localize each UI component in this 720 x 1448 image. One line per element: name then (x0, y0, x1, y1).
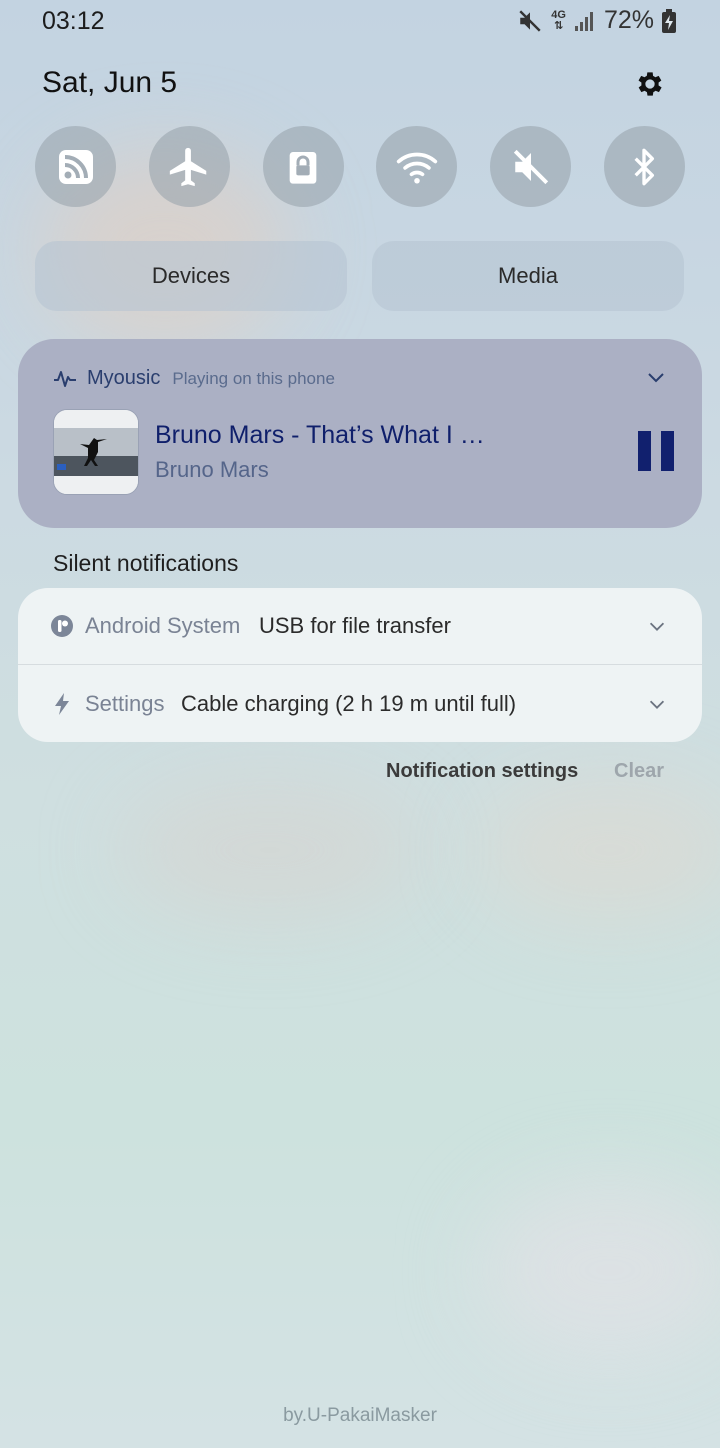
qs-airplane-button[interactable] (148, 126, 230, 207)
notification-usb[interactable]: Android System USB for file transfer (18, 588, 702, 664)
notification-settings-button[interactable]: Notification settings (386, 760, 578, 783)
chevron-down-icon[interactable] (646, 693, 668, 715)
status-bar: 03:12 4G ⇅ 72% (0, 0, 720, 44)
divider (18, 664, 702, 665)
qs-mute-button[interactable] (490, 126, 572, 207)
signal-icon (574, 11, 593, 31)
wallpaper-blob (480, 1180, 720, 1360)
media-player-card[interactable]: Myousic Playing on this phone Bruno Mars… (18, 339, 702, 528)
charging-bolt-icon (50, 692, 74, 716)
qs-lock-button[interactable] (262, 126, 344, 207)
notification-charging[interactable]: Settings Cable charging (2 h 19 m until … (18, 666, 702, 742)
wifi-icon (396, 152, 438, 183)
silent-notifications-heading: Silent notifications (53, 550, 239, 576)
pulse-icon (54, 370, 76, 387)
pause-button[interactable] (638, 431, 674, 471)
airplane-icon (170, 147, 207, 186)
notification-app-name: Settings (85, 691, 165, 716)
battery-charging-icon (662, 8, 676, 33)
android-system-icon (50, 614, 74, 638)
watermark-text: by.U-PakaiMasker (283, 1405, 437, 1426)
notification-text: USB for file transfer (259, 613, 451, 638)
pause-icon (638, 431, 651, 471)
chevron-down-icon[interactable] (644, 365, 668, 389)
pause-icon-bar (661, 431, 674, 471)
qs-bluetooth-button[interactable] (603, 126, 685, 207)
media-track-artist: Bruno Mars (155, 457, 269, 482)
silent-notifications-card: Android System USB for file transfer Set… (18, 588, 702, 742)
status-time: 03:12 (42, 7, 105, 35)
notification-app-name: Android System (85, 613, 241, 638)
battery-percent: 72% (603, 6, 654, 34)
notification-text: Cable charging (2 h 19 m until full) (181, 691, 517, 716)
media-playback-status: Playing on this phone (172, 368, 335, 388)
mute-icon (513, 149, 548, 184)
bluetooth-icon (634, 148, 655, 185)
date-label: Sat, Jun 5 (42, 66, 178, 99)
qs-wifi-button[interactable] (376, 126, 458, 207)
quick-settings-row (35, 126, 685, 207)
media-button[interactable]: Media (372, 241, 684, 311)
album-art-image (54, 410, 138, 494)
network-type-icon: 4G ⇅ (551, 8, 566, 32)
chevron-down-icon[interactable] (646, 615, 668, 637)
rss-icon (58, 149, 93, 184)
devices-button[interactable]: Devices (35, 241, 347, 311)
media-track-title[interactable]: Bruno Mars - That’s What I Like (Officia… (155, 421, 485, 450)
clear-button[interactable]: Clear (614, 760, 664, 783)
mute-status-icon (519, 9, 541, 32)
qs-rss-button[interactable] (35, 126, 116, 207)
lock-icon (289, 151, 317, 184)
album-art[interactable] (53, 409, 139, 495)
wallpaper-blob (120, 780, 420, 920)
media-app-name: Myousic (87, 367, 161, 389)
wallpaper-blob (480, 780, 720, 920)
gear-icon (638, 72, 662, 96)
media-player-header: Myousic Playing on this phone (53, 367, 335, 390)
settings-gear-button[interactable] (630, 64, 670, 104)
status-icons: 4G ⇅ 72% (517, 6, 676, 35)
